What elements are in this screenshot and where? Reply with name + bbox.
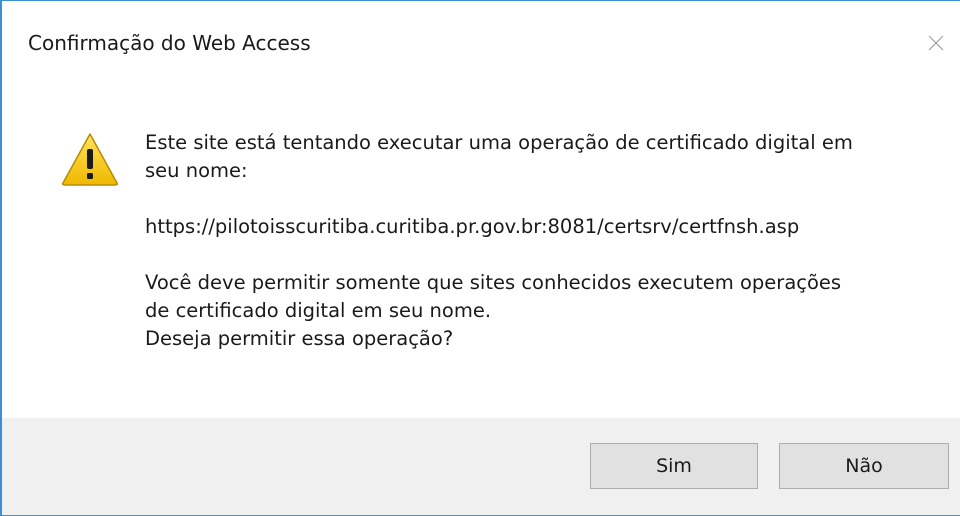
dialog-window: Confirmação do Web Access Este site está…	[0, 0, 960, 516]
message-line: seu nome:	[145, 159, 248, 182]
yes-button[interactable]: Sim	[590, 443, 758, 489]
warning-icon	[62, 133, 118, 186]
question-line: Deseja permitir essa operação?	[145, 327, 454, 350]
button-bar: Sim Não	[2, 418, 960, 515]
message-line: Este site está tentando executar uma ope…	[145, 131, 853, 154]
dialog-content: Este site está tentando executar uma ope…	[2, 83, 960, 413]
message-line: de certificado digital em seu nome.	[145, 299, 492, 322]
close-button[interactable]	[916, 23, 956, 63]
close-icon	[928, 35, 944, 51]
title-bar[interactable]: Confirmação do Web Access	[2, 1, 960, 83]
dialog-title: Confirmação do Web Access	[28, 31, 311, 55]
site-url: https://pilotoisscuritiba.curitiba.pr.go…	[145, 215, 800, 238]
message-text: Este site está tentando executar uma ope…	[145, 129, 935, 353]
message-line: Você deve permitir somente que sites con…	[145, 271, 842, 294]
no-button[interactable]: Não	[779, 443, 949, 489]
